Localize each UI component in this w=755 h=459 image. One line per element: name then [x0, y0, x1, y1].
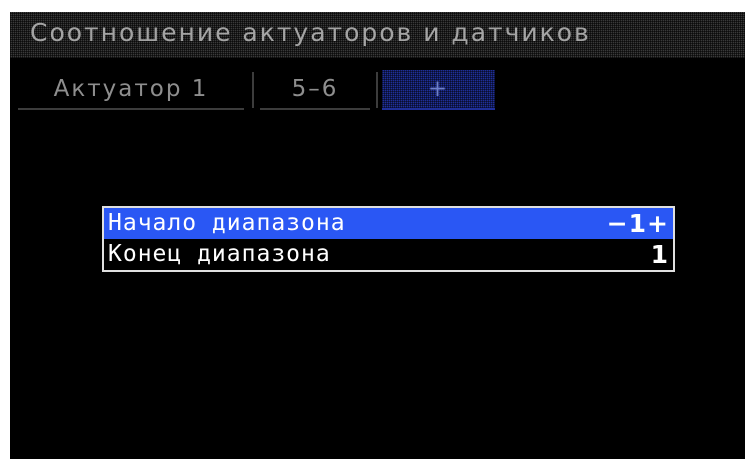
range-end-row[interactable]: Конец диапазона 1 — [104, 239, 673, 270]
tab-range-5-6[interactable]: 5–6 — [260, 70, 370, 110]
range-start-label: Начало диапазона — [108, 210, 346, 236]
device-screen: Соотношение актуаторов и датчиков Актуат… — [10, 12, 745, 459]
tab-divider — [376, 72, 378, 108]
range-start-row[interactable]: Начало диапазона −1+ — [104, 208, 673, 239]
tab-add[interactable]: + — [382, 70, 495, 110]
plus-icon: + — [427, 76, 450, 102]
range-start-value[interactable]: −1+ — [607, 208, 669, 239]
tab-actuator-1[interactable]: Актуатор 1 — [18, 70, 244, 110]
range-end-label: Конец диапазона — [108, 241, 331, 267]
tab-label: Актуатор 1 — [53, 76, 209, 102]
range-end-value[interactable]: 1 — [651, 239, 669, 270]
title-bar: Соотношение актуаторов и датчиков — [10, 12, 745, 58]
tab-bar: Актуатор 1 5–6 + — [10, 70, 745, 110]
range-settings-list: Начало диапазона −1+ Конец диапазона 1 — [102, 206, 675, 272]
screen-title: Соотношение актуаторов и датчиков — [30, 18, 591, 47]
tab-label: 5–6 — [291, 76, 339, 102]
tab-divider — [252, 72, 254, 108]
